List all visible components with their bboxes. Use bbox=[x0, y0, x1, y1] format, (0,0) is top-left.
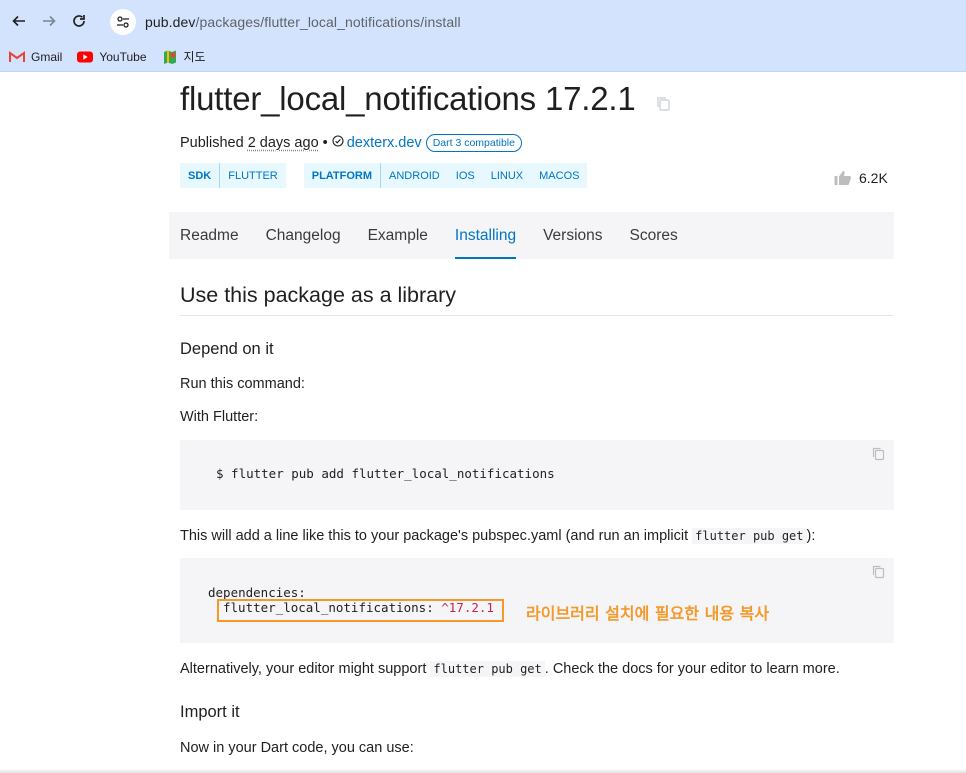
copy-icon[interactable] bbox=[656, 82, 671, 120]
pubspec-note: This will add a line like this to your p… bbox=[180, 528, 815, 544]
pubspec-note-pre: This will add a line like this to your p… bbox=[180, 528, 689, 544]
bookmark-label: Gmail bbox=[31, 49, 63, 64]
depend-heading: Depend on it bbox=[180, 340, 274, 358]
tab-readme[interactable]: Readme bbox=[180, 212, 239, 259]
platform-tag-android[interactable]: ANDROID bbox=[381, 163, 448, 188]
command-text[interactable]: $ flutter pub add flutter_local_notifica… bbox=[216, 466, 555, 481]
import-heading: Import it bbox=[180, 703, 240, 721]
dart3-badge[interactable]: Dart 3 compatible bbox=[425, 134, 522, 152]
forward-button[interactable] bbox=[38, 10, 60, 32]
url-path: /packages/flutter_local_notifications/in… bbox=[195, 13, 461, 30]
command-code-block: $ flutter pub add flutter_local_notifica… bbox=[180, 440, 894, 510]
platform-tag-head[interactable]: PLATFORM bbox=[304, 163, 382, 188]
bookmark-label: 지도 bbox=[183, 50, 206, 64]
like-button[interactable]: 6.2K bbox=[834, 170, 888, 186]
platform-tag-group: PLATFORM ANDROID IOS LINUX MACOS bbox=[303, 163, 588, 188]
reload-button[interactable] bbox=[68, 10, 90, 32]
bookmark-gmail[interactable]: Gmail bbox=[9, 50, 62, 64]
inline-code: flutter pub get bbox=[430, 661, 545, 677]
pubspec-note-post: ): bbox=[806, 528, 816, 544]
page-content: flutter_local_notifications 17.2.1 Publi… bbox=[0, 72, 966, 773]
published-label: Published bbox=[180, 135, 244, 151]
verified-publisher-icon bbox=[332, 135, 344, 151]
gmail-icon bbox=[9, 50, 25, 63]
back-arrow-icon bbox=[12, 15, 25, 27]
tab-scores[interactable]: Scores bbox=[630, 212, 678, 259]
tags-row: SDK FLUTTER PLATFORM ANDROID IOS LINUX M… bbox=[180, 163, 605, 188]
like-count: 6.2K bbox=[859, 170, 888, 186]
tab-installing[interactable]: Installing bbox=[454, 212, 517, 259]
sdk-tag-head[interactable]: SDK bbox=[180, 163, 221, 188]
highlight-box bbox=[217, 599, 504, 622]
address-bar[interactable]: pub.dev/packages/flutter_local_notificat… bbox=[108, 7, 960, 36]
alternative-note-post: . Check the docs for your editor to lear… bbox=[544, 661, 840, 677]
youtube-icon bbox=[77, 51, 94, 63]
bookmark-maps[interactable]: 지도 bbox=[162, 48, 206, 65]
import-text: Now in your Dart code, you can use: bbox=[180, 740, 414, 756]
site-info-button[interactable] bbox=[110, 8, 136, 35]
platform-tag-linux[interactable]: LINUX bbox=[483, 163, 531, 188]
package-tabs: Readme Changelog Example Installing Vers… bbox=[169, 212, 894, 259]
package-title-text: flutter_local_notifications 17.2.1 bbox=[180, 80, 636, 117]
run-command-text: Run this command: bbox=[180, 376, 305, 392]
divider bbox=[180, 315, 894, 316]
reload-icon bbox=[73, 15, 85, 27]
tab-example[interactable]: Example bbox=[368, 212, 428, 259]
alternative-note: Alternatively, your editor might support… bbox=[180, 661, 840, 677]
platform-tag-ios[interactable]: IOS bbox=[448, 163, 483, 188]
package-title: flutter_local_notifications 17.2.1 bbox=[180, 78, 671, 120]
sdk-tag-flutter[interactable]: FLUTTER bbox=[220, 163, 286, 188]
inline-code: flutter pub get bbox=[692, 528, 807, 544]
tune-icon bbox=[117, 15, 129, 28]
bottom-edge bbox=[0, 769, 966, 773]
bookmark-youtube[interactable]: YouTube bbox=[77, 49, 147, 64]
thumbs-up-icon bbox=[834, 170, 852, 186]
annotation-text: 라이브러리 설치에 필요한 내용 복사 bbox=[526, 604, 770, 623]
platform-tag-macos[interactable]: MACOS bbox=[531, 163, 587, 188]
browser-toolbar: pub.dev/packages/flutter_local_notificat… bbox=[0, 0, 966, 42]
with-flutter-text: With Flutter: bbox=[180, 409, 259, 425]
url-text: pub.dev/packages/flutter_local_notificat… bbox=[145, 14, 461, 30]
published-line: Published 2 days ago • dexterx.dev Dart … bbox=[180, 134, 522, 152]
maps-icon bbox=[162, 49, 178, 65]
section-heading: Use this package as a library bbox=[180, 283, 457, 307]
bookmark-label: YouTube bbox=[99, 49, 147, 64]
url-host: pub.dev bbox=[145, 13, 196, 30]
publisher-link[interactable]: dexterx.dev bbox=[347, 135, 422, 151]
sdk-tag-group: SDK FLUTTER bbox=[180, 163, 286, 188]
copy-icon[interactable] bbox=[872, 565, 885, 584]
tab-versions[interactable]: Versions bbox=[543, 212, 602, 259]
tab-changelog[interactable]: Changelog bbox=[266, 212, 341, 259]
published-ago: 2 days ago bbox=[247, 135, 319, 151]
bullet-separator: • bbox=[322, 135, 328, 151]
dependencies-line: dependencies: bbox=[208, 585, 306, 600]
back-button[interactable] bbox=[8, 10, 30, 32]
forward-arrow-icon bbox=[43, 15, 56, 27]
copy-icon[interactable] bbox=[872, 447, 885, 466]
alternative-note-pre: Alternatively, your editor might support bbox=[180, 661, 427, 677]
bookmarks-bar: Gmail YouTube 지도 bbox=[0, 42, 966, 72]
